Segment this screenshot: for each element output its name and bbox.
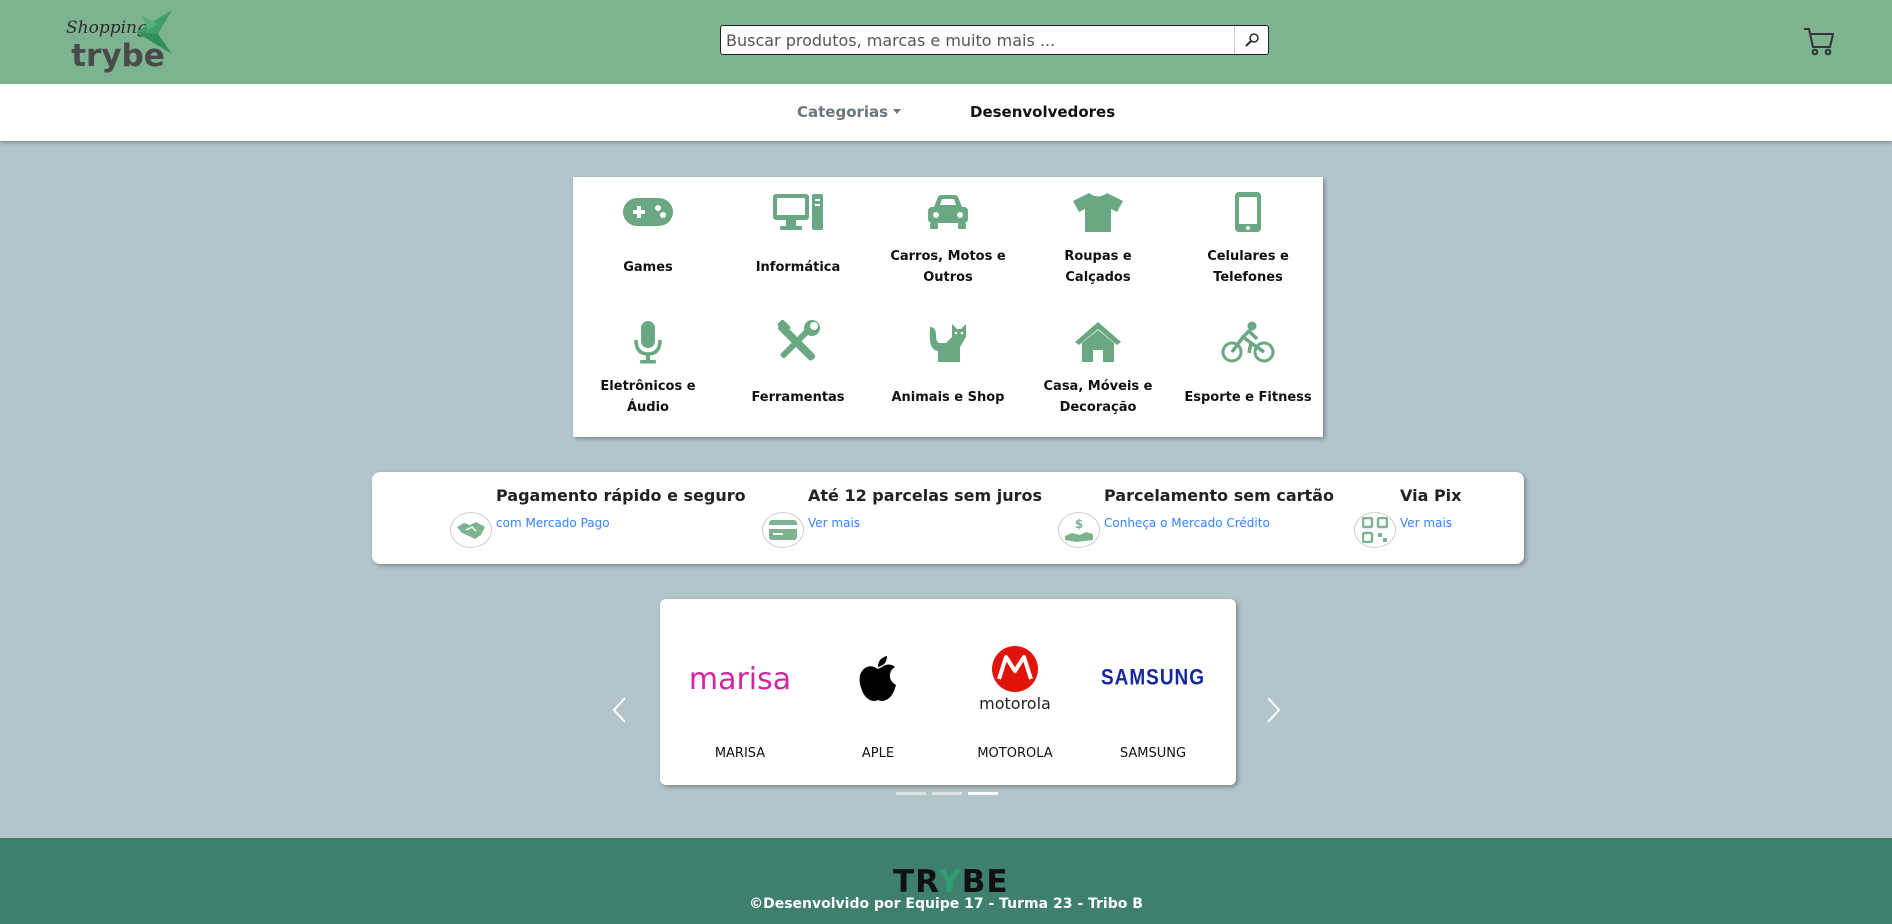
brand-card-samsung[interactable]: SAMSUNG SAMSUNG (1093, 639, 1213, 761)
categories-panel: Games Informática Carros, Motos e Outros… (573, 177, 1323, 437)
carousel-prev-button[interactable] (609, 695, 631, 725)
category-label: Eletrônicos e Áudio (600, 379, 696, 415)
qr-code-icon (1354, 512, 1396, 548)
house-icon (1071, 319, 1125, 365)
apple-logo (818, 639, 938, 719)
developers-link[interactable]: Desenvolvedores (970, 103, 1115, 121)
microphone-icon (621, 319, 675, 365)
category-label: Esporte e Fitness (1184, 389, 1312, 405)
marisa-logo-text: marisa (688, 661, 792, 697)
category-roupas[interactable]: Roupas e Calçados (1023, 177, 1173, 307)
gamepad-icon (621, 189, 675, 235)
payment-info-bar: Pagamento rápido e seguro com Mercado Pa… (372, 472, 1524, 564)
brand-name: APLE (861, 746, 895, 761)
footer-logo-left: TR (893, 864, 939, 900)
mobile-phone-icon (1221, 189, 1275, 235)
category-label: Celulares e Telefones (1207, 249, 1289, 285)
cat-icon (921, 319, 975, 365)
search-button[interactable] (1234, 26, 1268, 54)
category-games[interactable]: Games (573, 177, 723, 307)
chevron-left-icon (612, 697, 626, 723)
cart-button[interactable] (1802, 24, 1836, 58)
motorola-logo: motorola (955, 639, 1075, 719)
footer: TRYBE ©Desenvolvido por Equipe 17 - Turm… (0, 838, 1892, 924)
category-label: Carros, Motos e Outros (890, 249, 1006, 285)
payment-title: Até 12 parcelas sem juros (808, 486, 1043, 505)
category-informatica[interactable]: Informática (723, 177, 873, 307)
samsung-logo-text: SAMSUNG (1100, 666, 1206, 691)
category-label: Roupas e Calçados (1064, 249, 1132, 285)
svg-text:$: $ (1075, 517, 1083, 531)
categories-label: Categorias (797, 103, 889, 121)
payment-link[interactable]: com Mercado Pago (496, 516, 610, 530)
category-eletronicos[interactable]: Eletrônicos e Áudio (573, 307, 723, 437)
payment-title: Parcelamento sem cartão (1104, 486, 1334, 505)
category-ferramentas[interactable]: Ferramentas (723, 307, 873, 437)
category-carros[interactable]: Carros, Motos e Outros (873, 177, 1023, 307)
bicycle-icon (1221, 319, 1275, 365)
carousel-indicator-3[interactable] (968, 792, 998, 795)
category-esporte[interactable]: Esporte e Fitness (1173, 307, 1323, 437)
categories-dropdown[interactable]: Categorias (797, 103, 902, 121)
payment-title: Via Pix (1400, 486, 1462, 505)
category-label: Informática (755, 259, 841, 275)
paper-plane-logo-icon (136, 10, 172, 54)
footer-credit: ©Desenvolvido por Equipe 17 - Turma 23 -… (749, 896, 1143, 912)
payment-link[interactable]: Ver mais (808, 516, 860, 530)
category-celulares[interactable]: Celulares e Telefones (1173, 177, 1323, 307)
tools-icon (771, 319, 825, 365)
category-label: Animais e Shop (891, 389, 1005, 405)
category-label: Games (623, 259, 673, 275)
navbar: Categorias Desenvolvedores (0, 84, 1892, 141)
carousel-indicator-1[interactable] (896, 792, 926, 795)
search-input[interactable] (721, 26, 1234, 54)
search-icon (1244, 33, 1259, 47)
brand-card-motorola[interactable]: motorola MOTOROLA (955, 639, 1075, 761)
category-casa[interactable]: Casa, Móveis e Decoração (1023, 307, 1173, 437)
car-icon (921, 189, 975, 235)
samsung-logo: SAMSUNG (1093, 639, 1213, 719)
payment-link[interactable]: Conheça o Mercado Crédito (1104, 516, 1270, 530)
brand-name: MOTOROLA (977, 746, 1053, 761)
shopping-trybe-logo[interactable]: Shopping trybe (58, 8, 174, 74)
search-bar (720, 25, 1269, 55)
caret-down-icon (893, 109, 902, 114)
category-label: Casa, Móveis e Decoração (1043, 379, 1153, 415)
carousel-indicator-2[interactable] (932, 792, 962, 795)
credit-card-icon (762, 512, 804, 548)
header: Shopping trybe (0, 0, 1892, 84)
money-hand-icon: $ (1058, 512, 1100, 548)
handshake-icon (450, 512, 492, 548)
shopping-cart-icon (1804, 28, 1834, 56)
trybe-footer-logo: TRYBE (893, 864, 1009, 900)
carousel-next-button[interactable] (1262, 695, 1284, 725)
marisa-logo: marisa (680, 639, 800, 719)
brand-name: SAMSUNG (1119, 746, 1187, 761)
category-label: Ferramentas (751, 389, 845, 405)
brand-card-marisa[interactable]: marisa MARISA (680, 639, 800, 762)
brand-card-apple[interactable]: APLE (818, 639, 938, 761)
computer-icon (771, 189, 825, 235)
tshirt-icon (1071, 189, 1125, 235)
payment-title: Pagamento rápido e seguro (496, 486, 746, 505)
motorola-logo-text: motorola (979, 694, 1051, 713)
chevron-right-icon (1267, 697, 1281, 723)
footer-logo-mid: Y (938, 864, 962, 900)
brands-carousel: marisa MARISA APLE motorola MOTOROLA SAM… (660, 599, 1236, 785)
category-animais[interactable]: Animais e Shop (873, 307, 1023, 437)
brand-name: MARISA (714, 746, 766, 761)
payment-link[interactable]: Ver mais (1400, 516, 1452, 530)
footer-logo-right: BE (961, 864, 1009, 900)
carousel-indicators (896, 792, 1000, 796)
